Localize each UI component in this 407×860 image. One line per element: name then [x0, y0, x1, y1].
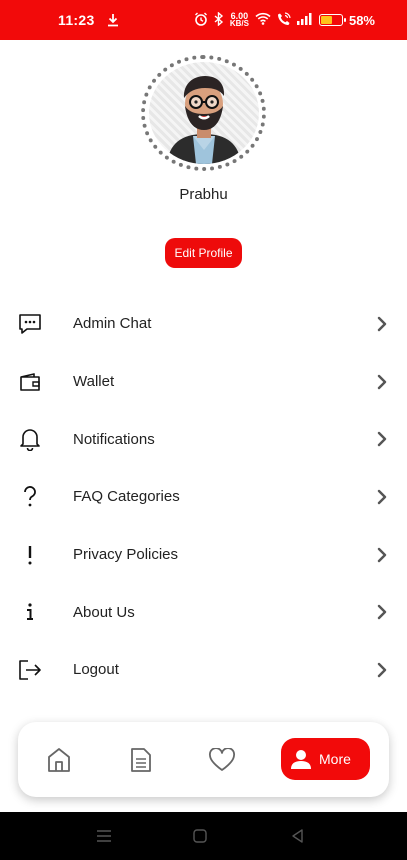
- back-icon[interactable]: [287, 826, 307, 846]
- battery-percent: 58%: [348, 12, 375, 28]
- menu-item-label: Notifications: [73, 430, 155, 448]
- nav-more-label: More: [319, 751, 351, 767]
- chevron-right-icon: [375, 489, 389, 505]
- status-icons: 6.00 KB/S 58%: [194, 0, 375, 40]
- edit-profile-button[interactable]: Edit Profile: [165, 238, 242, 268]
- menu-icon[interactable]: [94, 826, 114, 846]
- alarm-icon: [194, 12, 208, 29]
- wallet-icon: [18, 370, 42, 394]
- info-icon: [18, 600, 42, 624]
- status-time: 11:23: [58, 12, 95, 28]
- chevron-right-icon: [375, 605, 389, 620]
- battery-icon: [318, 14, 346, 26]
- logout-icon: [18, 658, 42, 682]
- wifi-icon: [255, 12, 271, 28]
- menu-item-logout[interactable]: Logout: [0, 641, 407, 699]
- menu-item-wallet[interactable]: Wallet: [0, 353, 407, 411]
- question-icon: [18, 485, 42, 509]
- nav-more-button[interactable]: More: [281, 738, 370, 780]
- menu-item-about-us[interactable]: About Us: [0, 583, 407, 641]
- net-speed-unit: KB/S: [229, 19, 249, 28]
- chevron-right-icon: [375, 432, 389, 447]
- menu-list: Admin Chat Wallet Notifications FAQ Cate…: [0, 295, 407, 699]
- document-icon[interactable]: [127, 746, 155, 774]
- home-button-icon[interactable]: [190, 826, 210, 846]
- battery-fill: [320, 16, 333, 24]
- menu-item-label: Logout: [73, 661, 119, 679]
- bell-icon: [18, 427, 42, 452]
- menu-item-label: Admin Chat: [73, 315, 152, 333]
- menu-item-label: Privacy Policies: [73, 546, 179, 564]
- person-icon: [291, 749, 311, 769]
- menu-item-label: About Us: [73, 603, 135, 621]
- system-nav-bar: [0, 812, 407, 860]
- exclamation-icon: [18, 543, 42, 567]
- menu-item-label: FAQ Categories: [73, 488, 180, 506]
- chevron-right-icon: [375, 662, 389, 678]
- bottom-nav: More: [18, 722, 389, 797]
- wifi-call-icon: [277, 11, 291, 29]
- chevron-right-icon: [375, 316, 389, 332]
- heart-icon[interactable]: [208, 746, 236, 774]
- home-icon[interactable]: [45, 746, 73, 774]
- menu-item-faq-categories[interactable]: FAQ Categories: [0, 468, 407, 526]
- menu-item-notifications[interactable]: Notifications: [0, 410, 407, 468]
- bearded-man-avatar-icon: [166, 76, 241, 164]
- menu-item-privacy-policies[interactable]: Privacy Policies: [0, 526, 407, 584]
- signal-icon: [296, 12, 313, 28]
- chat-icon: [18, 312, 42, 336]
- bluetooth-icon: [214, 10, 224, 29]
- status-bar: 11:23 6.00 KB/S 58%: [0, 0, 407, 40]
- chevron-right-icon: [375, 547, 389, 562]
- menu-item-admin-chat[interactable]: Admin Chat: [0, 295, 407, 353]
- net-speed: 6.00 KB/S: [230, 12, 249, 28]
- avatar-ring[interactable]: [141, 55, 266, 171]
- avatar: [148, 62, 259, 164]
- chevron-right-icon: [375, 374, 389, 389]
- menu-item-label: Wallet: [73, 373, 115, 391]
- profile-name: Prabhu: [179, 186, 228, 203]
- download-icon: [107, 13, 119, 27]
